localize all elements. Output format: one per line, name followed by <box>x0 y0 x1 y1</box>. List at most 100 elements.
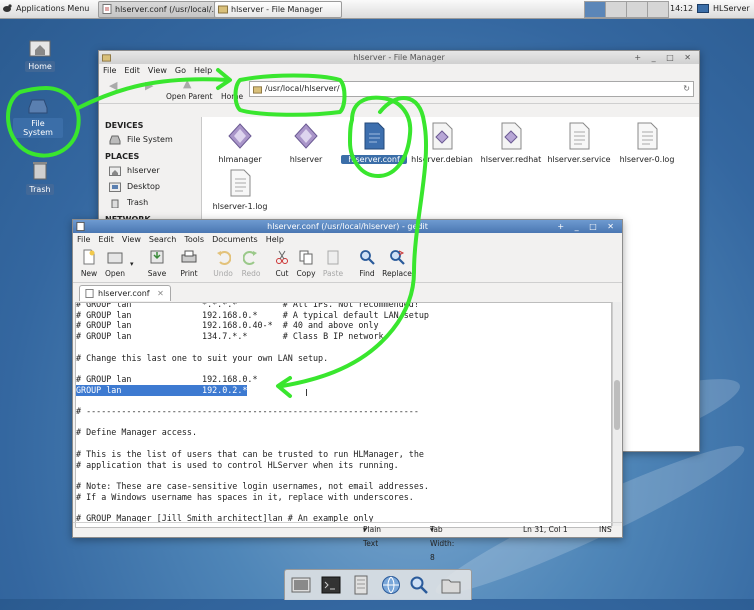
cut-icon <box>276 250 288 264</box>
file-item-hlserver-service[interactable]: hlserver.service <box>546 122 612 164</box>
window-controls[interactable]: + _ □ ✕ <box>557 220 618 233</box>
file-manager-icon[interactable] <box>351 575 371 595</box>
file-item-hlserver-1-log[interactable]: hlserver-1.log <box>207 169 273 211</box>
workspace-3[interactable] <box>626 1 648 18</box>
sidebar-item-trash[interactable]: Trash <box>99 195 201 211</box>
home-button[interactable]: Home <box>221 92 243 101</box>
show-desktop-icon[interactable] <box>291 575 311 595</box>
menu-file[interactable]: File <box>103 66 116 75</box>
open-button[interactable]: Open <box>101 249 129 278</box>
syntax-label: Plain Text <box>363 525 382 548</box>
file-name: hlmanager <box>218 155 262 164</box>
workspace-4[interactable] <box>647 1 669 18</box>
file-item-hlserver-redhat[interactable]: hlserver.redhat <box>478 122 544 164</box>
terminal-icon[interactable] <box>321 575 341 595</box>
xfce-mouse-icon <box>3 4 12 12</box>
menu-go[interactable]: Go <box>175 66 186 75</box>
sidebar-item-label: File System <box>127 135 173 144</box>
workspace-2[interactable] <box>605 1 627 18</box>
drive-icon <box>109 135 121 145</box>
redo-label: Redo <box>241 269 261 278</box>
file-name: hlserver-1.log <box>212 202 268 211</box>
open-dropdown-icon[interactable]: ▾ <box>130 260 134 268</box>
location-bar[interactable]: /usr/local/hlserver/ ↻ <box>249 81 694 97</box>
menu-documents[interactable]: Documents <box>212 235 258 244</box>
file-item-hlserver-debian[interactable]: hlserver.debian <box>409 122 475 164</box>
gedit-window: hlserver.conf (/usr/local/hlserver) - ge… <box>72 219 623 562</box>
editor-line: # --------------------------------------… <box>76 406 419 416</box>
task-gedit[interactable]: hlserver.conf (/usr/local/... <box>98 1 232 18</box>
file-item-hlmanager[interactable]: hlmanager <box>207 122 273 164</box>
replace-button[interactable]: Replace <box>381 249 413 278</box>
editor-line: # If a Windows username has spaces in it… <box>76 491 414 502</box>
gedit-menubar: File Edit View Search Tools Documents Help <box>73 233 622 246</box>
applications-menu[interactable]: Applications Menu <box>2 1 89 16</box>
desktop-icon-home[interactable]: Home <box>15 37 65 72</box>
desktop-icon-label: Trash <box>26 184 54 195</box>
sidebar-item-desktop[interactable]: Desktop <box>99 179 201 195</box>
open-parent-button[interactable]: Open Parent <box>166 92 212 101</box>
print-button[interactable]: Print <box>175 249 203 278</box>
paste-button[interactable]: Paste <box>319 249 347 278</box>
menu-tools[interactable]: Tools <box>184 235 204 244</box>
file-name: hlserver.debian <box>411 155 473 164</box>
menu-help[interactable]: Help <box>194 66 212 75</box>
editor-line: # GROUP lan 192.168.0.40-* # 40 and abov… <box>76 320 379 331</box>
workspace-1[interactable] <box>584 1 606 18</box>
editor-line: # Change this last one to suit your own … <box>76 352 329 363</box>
text-file-icon <box>85 289 94 298</box>
top-panel: Applications Menu hlserver.conf (/usr/lo… <box>0 0 754 19</box>
sidebar-item-hlserver[interactable]: hlserver <box>99 163 201 179</box>
selected-line: GROUP lan 192.0.2.* <box>76 384 248 396</box>
task-file-manager[interactable]: hlserver - File Manager <box>214 1 342 18</box>
file-name: hlserver.service <box>547 155 611 164</box>
web-browser-icon[interactable] <box>381 575 401 595</box>
desktop-icon-file-system[interactable]: File System <box>13 98 63 138</box>
forward-arrow-icon[interactable]: ▶ <box>145 79 153 92</box>
folder-icon[interactable] <box>441 575 461 595</box>
sidebar-item-label: Trash <box>127 198 149 207</box>
reload-icon[interactable]: ↻ <box>683 82 690 96</box>
file-manager-titlebar[interactable]: hlserver - File Manager + _ □ ✕ <box>99 51 699 64</box>
save-icon <box>150 250 164 264</box>
gedit-titlebar[interactable]: hlserver.conf (/usr/local/hlserver) - ge… <box>73 220 622 233</box>
file-item-hlserver-conf[interactable]: hlserver.conf <box>341 122 407 164</box>
file-item-hlserver[interactable]: hlserver <box>273 122 339 164</box>
menu-search[interactable]: Search <box>149 235 176 244</box>
sidebar-item-file-system[interactable]: File System <box>99 132 201 148</box>
menu-edit[interactable]: Edit <box>124 66 140 75</box>
window-controls[interactable]: + _ □ ✕ <box>634 51 695 64</box>
file-item-hlserver-0-log[interactable]: hlserver-0.log <box>614 122 680 164</box>
undo-label: Undo <box>213 269 233 278</box>
scrollbar-thumb[interactable] <box>614 380 620 430</box>
vertical-scrollbar[interactable] <box>612 302 621 526</box>
close-tab-icon[interactable]: ✕ <box>157 289 164 298</box>
sidebar-header-devices: DEVICES <box>105 121 144 130</box>
user-name[interactable]: HLServer <box>713 1 750 16</box>
menu-file[interactable]: File <box>77 235 90 244</box>
back-arrow-icon[interactable]: ◀ <box>109 79 117 92</box>
desktop-icon-label: Home <box>25 61 55 72</box>
search-icon[interactable] <box>409 575 429 595</box>
find-button[interactable]: Find <box>353 249 381 278</box>
desktop-icon-label: File System <box>13 118 63 138</box>
document-tabs: hlserver.conf ✕ <box>73 283 622 301</box>
clock[interactable]: 14:12 <box>670 1 693 16</box>
menu-help[interactable]: Help <box>266 235 284 244</box>
new-button[interactable]: New <box>75 249 103 278</box>
tab-hlserver-conf[interactable]: hlserver.conf ✕ <box>79 285 171 301</box>
menu-view[interactable]: View <box>122 235 141 244</box>
up-arrow-icon[interactable]: ▲ <box>183 77 191 90</box>
tab-width-selector[interactable]: Tab Width: 8 ▾ <box>430 523 454 562</box>
desktop-icon-trash[interactable]: Trash <box>15 160 65 195</box>
save-label: Save <box>147 269 167 278</box>
find-icon <box>360 250 375 265</box>
save-button[interactable]: Save <box>143 249 171 278</box>
redo-button[interactable]: Redo <box>237 249 265 278</box>
syntax-selector[interactable]: Plain Text ▾ <box>363 523 381 548</box>
undo-button[interactable]: Undo <box>209 249 237 278</box>
text-editor[interactable]: # GROUP lan *.*.*.* # All IPs. Not recom… <box>75 302 612 528</box>
copy-button[interactable]: Copy <box>292 249 320 278</box>
menu-view[interactable]: View <box>148 66 167 75</box>
menu-edit[interactable]: Edit <box>98 235 114 244</box>
